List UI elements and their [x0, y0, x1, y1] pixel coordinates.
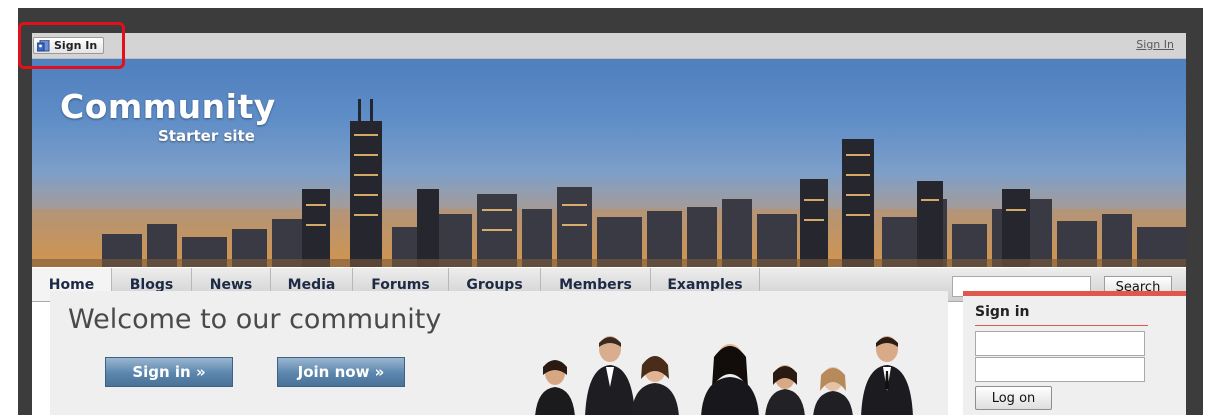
password-field[interactable]	[975, 357, 1145, 382]
site-logo-subtitle: Starter site	[158, 127, 255, 145]
site-logo-title[interactable]: Community	[60, 87, 276, 126]
username-field[interactable]	[975, 331, 1145, 356]
signin-box: Sign in Log on	[963, 291, 1186, 415]
top-toolbar: Sign In Sign In	[32, 33, 1186, 59]
community-people-image	[535, 336, 913, 415]
signin-cta-button[interactable]: Sign in »	[105, 357, 233, 387]
signin-box-heading: Sign in	[975, 304, 1030, 320]
signin-heading-divider	[975, 325, 1148, 326]
logon-button[interactable]: Log on	[975, 386, 1052, 410]
welcome-panel: Welcome to our community Sign in » Join …	[50, 291, 948, 415]
signin-link[interactable]: Sign In	[1136, 38, 1174, 51]
welcome-title: Welcome to our community	[68, 304, 442, 335]
site-page: Sign In Sign In Community Starter site H…	[32, 33, 1186, 415]
signin-chip-button[interactable]: Sign In	[33, 37, 105, 54]
join-now-button[interactable]: Join now »	[277, 357, 405, 387]
signin-chip-label: Sign In	[54, 39, 98, 52]
header-banner: Community Starter site	[32, 59, 1186, 267]
user-signin-icon	[37, 39, 50, 51]
